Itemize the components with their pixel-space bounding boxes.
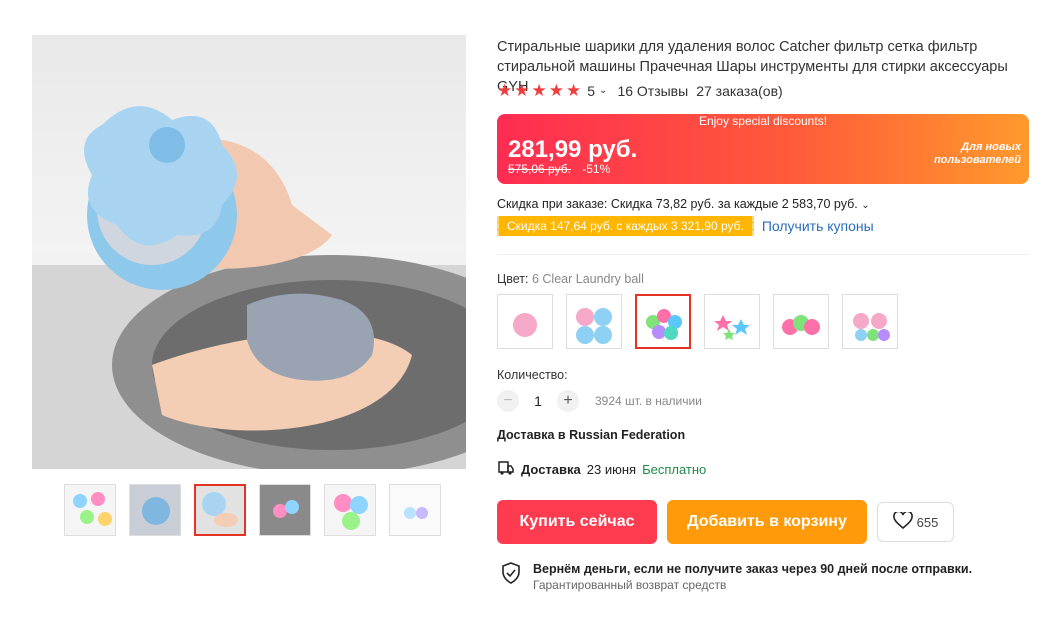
old-price: 575,06 руб. — [508, 162, 571, 176]
orders-count: 27 заказа(ов) — [696, 82, 783, 99]
swatch-clear-balls[interactable] — [842, 294, 898, 349]
color-swatches — [497, 294, 898, 349]
reviews-link[interactable]: 16 Отзывы — [617, 83, 688, 99]
selected-color: 6 Clear Laundry ball — [531, 272, 644, 286]
thumbnail-5[interactable] — [324, 484, 376, 536]
ship-to-country: Russian Federation — [569, 428, 686, 442]
thumbnail-4[interactable] — [259, 484, 311, 536]
quantity-label: Количество: — [497, 368, 568, 382]
guarantee-subtitle: Гарантированный возврат средств — [533, 578, 727, 592]
stock-count: 3924 шт. в наличии — [595, 394, 702, 408]
banner-text: Enjoy special discounts! — [698, 114, 828, 128]
new-user-badge: Для новых пользователей — [901, 141, 1021, 167]
quantity-plus-button[interactable]: + — [557, 390, 579, 412]
guarantee: Вернём деньги, если не получите заказ че… — [501, 562, 972, 592]
order-discount[interactable]: Скидка при заказе: Скидка 73,82 руб. за … — [497, 197, 870, 211]
wishlist-button[interactable]: 655 — [877, 502, 954, 542]
quantity-value[interactable]: 1 — [529, 393, 547, 409]
star-icon: ★ — [566, 81, 582, 100]
delivery-cost: Бесплатно — [642, 462, 707, 477]
color-label: Цвет: 6 Clear Laundry ball — [497, 272, 644, 286]
current-price: 281,99 руб. — [508, 136, 638, 163]
swatch-blue-pink-flowers[interactable] — [566, 294, 622, 349]
badge-line-1: Для новых — [961, 141, 1021, 153]
star-icon: ★ — [497, 81, 513, 100]
chevron-down-icon[interactable]: ⌄ — [599, 85, 607, 96]
thumbnail-2[interactable] — [129, 484, 181, 536]
buy-now-button[interactable]: Купить сейчас — [497, 500, 657, 544]
add-to-cart-button[interactable]: Добавить в корзину — [667, 500, 867, 544]
action-buttons: Купить сейчас Добавить в корзину 655 — [497, 500, 954, 544]
order-discount-text: Скидка при заказе: Скидка 73,82 руб. за … — [497, 197, 858, 211]
quantity-minus-button[interactable]: − — [497, 390, 519, 412]
badge-line-2: пользователей — [933, 154, 1021, 166]
rating-row: ★ ★ ★ ★ ★ 5 ⌄ 16 Отзывы 27 заказа(ов) — [497, 82, 783, 99]
old-price-row: 575,06 руб. -51% — [508, 162, 610, 176]
swatch-pink-ball[interactable] — [497, 294, 553, 349]
star-icon: ★ — [548, 81, 564, 100]
main-product-image[interactable] — [32, 35, 466, 469]
get-coupons-link[interactable]: Получить купоны — [762, 218, 874, 234]
rating-value[interactable]: 5 — [587, 83, 595, 99]
guarantee-title: Вернём деньги, если не получите заказ че… — [533, 562, 973, 576]
discount-percent: -51% — [582, 162, 611, 176]
delivery-date: 23 июня — [586, 462, 637, 477]
star-icon: ★ — [514, 81, 530, 100]
truck-icon — [497, 460, 515, 479]
swatch-colorful-balls[interactable] — [635, 294, 691, 349]
rating-stars: ★ ★ ★ ★ ★ — [497, 82, 581, 99]
thumbnail-1[interactable] — [64, 484, 116, 536]
coupon-tag: Скидка 147,64 руб. с каждых 3 321,90 руб… — [497, 216, 754, 236]
thumbnail-3[interactable] — [194, 484, 246, 536]
swatch-colorful-stars[interactable] — [704, 294, 760, 349]
delivery-info: Доставка 23 июня Бесплатно — [497, 460, 706, 479]
color-label-text: Цвет: — [497, 272, 532, 286]
thumbnail-strip — [64, 484, 441, 536]
swatch-pink-green-balls[interactable] — [773, 294, 829, 349]
divider — [497, 254, 1029, 255]
chevron-down-icon[interactable]: ⌄ — [861, 200, 869, 211]
quantity-stepper: − 1 + 3924 шт. в наличии — [497, 390, 702, 412]
heart-icon — [892, 510, 913, 533]
wishlist-count: 655 — [916, 514, 939, 530]
price-banner: Enjoy special discounts! 281,99 руб. 575… — [497, 114, 1029, 184]
star-icon: ★ — [531, 81, 547, 100]
ship-to[interactable]: Доставка в Russian Federation — [497, 428, 685, 442]
coupon-row: Скидка 147,64 руб. с каждых 3 321,90 руб… — [497, 216, 874, 236]
ship-to-prefix: Доставка в — [497, 428, 570, 442]
shield-check-icon — [501, 562, 521, 589]
thumbnail-6[interactable] — [389, 484, 441, 536]
delivery-label: Доставка — [521, 462, 581, 477]
